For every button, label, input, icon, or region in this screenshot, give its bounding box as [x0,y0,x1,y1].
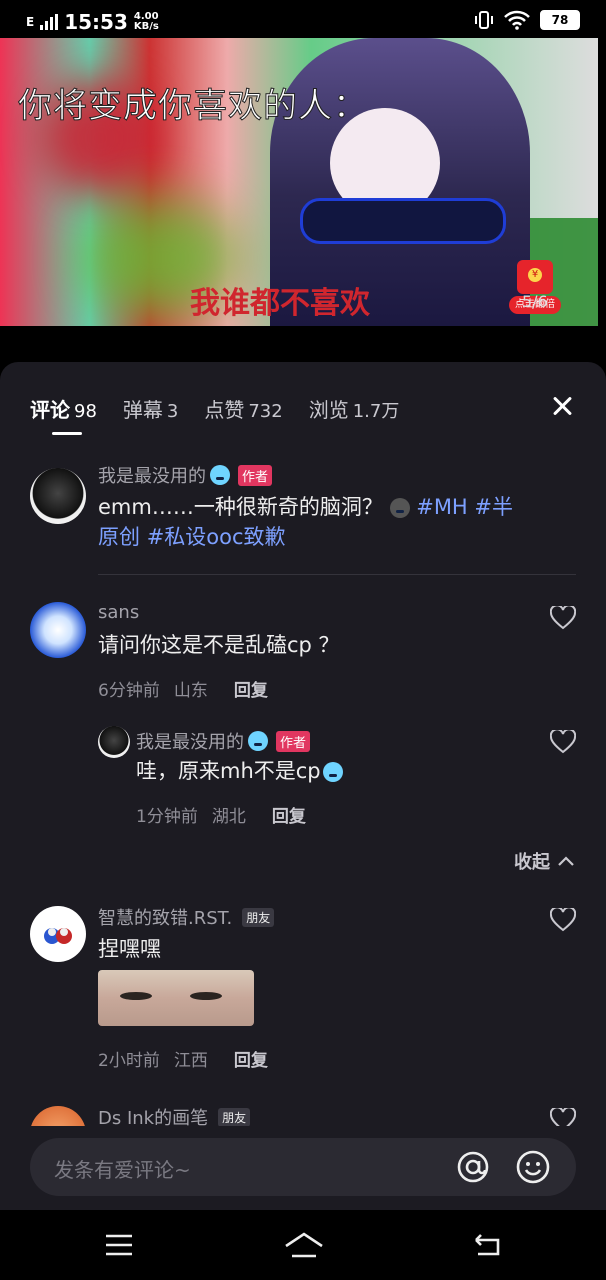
tab-danmaku[interactable]: 弹幕 3 [123,394,178,423]
page-indicator: 5/6 [522,292,548,311]
chevron-up-icon [558,856,574,866]
author-badge: 作者 [276,730,311,752]
reply-button[interactable]: 回复 [234,676,268,701]
comment-text: 哇，原来mh不是cp [136,756,343,786]
battery-icon: 78 [540,10,580,30]
home-icon[interactable] [284,1230,324,1260]
network-indicator: E [26,15,35,29]
avatar[interactable] [30,906,86,962]
comment-input[interactable]: 发条有爱评论~ [30,1138,576,1196]
comment-author-name[interactable]: 智慧的致错.RST. 朋友 [98,904,275,930]
network-speed: 4.00 KB/s [133,11,159,32]
comment-author-name[interactable]: 我是最没用的 作者 [136,728,311,754]
like-heart-icon[interactable] [550,606,576,630]
collapse-replies-button[interactable]: 收起 [514,848,574,874]
like-heart-icon[interactable] [550,730,576,754]
close-icon[interactable] [552,396,572,416]
emoji-icon[interactable] [516,1150,550,1184]
author-badge: 作者 [238,464,273,486]
tab-comments[interactable]: 评论 98 [30,394,97,423]
anxious-emoji-icon [322,762,343,782]
red-packet-icon [517,260,553,294]
system-nav-bar [0,1210,606,1280]
friend-badge: 朋友 [218,1107,251,1127]
anxious-emoji-icon [248,731,268,751]
reply-button[interactable]: 回复 [234,1046,268,1071]
hashtag[interactable]: #半 [474,495,513,519]
tab-views[interactable]: 浏览 1.7万 [309,394,400,423]
friend-badge: 朋友 [242,907,275,927]
comment-meta: 2小时前 江西 回复 [98,1046,268,1071]
tab-likes[interactable]: 点赞 732 [204,394,282,423]
mention-icon[interactable] [456,1150,490,1184]
like-heart-icon[interactable] [550,908,576,932]
back-icon[interactable] [472,1232,504,1258]
divider [98,574,576,575]
sans-avatar-icon [44,928,72,944]
comment-input-placeholder: 发条有爱评论~ [54,1158,191,1182]
anxious-emoji-icon [210,465,230,485]
smirk-emoji-icon [389,498,410,518]
menu-icon[interactable] [104,1232,134,1258]
comment-text: 请问你这是不是乱磕cp ？ [98,633,340,657]
hashtag[interactable]: #MH [416,495,468,519]
tab-bar: 评论 98 弹幕 3 点赞 732 浏览 1.7万 [30,394,399,423]
comment-sheet: 评论 98 弹幕 3 点赞 732 浏览 1.7万 我是最没用的 作者 emm……一种很新… [0,362,606,1280]
image-caption-bottom: 我谁都不喜欢 [190,286,370,321]
clock: 15:53 [64,10,128,34]
red-packet-button[interactable]: 点击翻倍 [509,260,561,320]
avatar[interactable] [30,468,86,524]
comment-text: 捏嘿嘿 [98,937,161,961]
post-image[interactable]: 你将变成你喜欢的人： 我谁都不喜欢 点击翻倍 5/6 [0,38,598,326]
image-caption-top: 你将变成你喜欢的人： [18,86,368,127]
comment-meta: 6分钟前 山东 回复 [98,676,268,701]
avatar[interactable] [98,726,130,758]
vibrate-icon [475,11,493,29]
active-tab-indicator [52,432,82,435]
hashtag[interactable]: #私设ooc致歉 [147,525,286,549]
signal-icon [40,14,59,30]
status-bar: E 15:53 4.00 KB/s 78 [0,0,606,42]
avatar[interactable] [30,602,86,658]
reply-button[interactable]: 回复 [272,802,306,827]
comment-image[interactable] [98,970,254,1026]
comment-meta: 1分钟前 湖北 回复 [136,802,306,827]
comment-author-name[interactable]: sans [98,602,139,623]
comment-author-name[interactable]: 我是最没用的 作者 [98,462,273,488]
post-caption: emm……一种很新奇的脑洞？ #MH #半 原创 #私设ooc致歉 [98,495,514,549]
wifi-icon [504,10,530,30]
